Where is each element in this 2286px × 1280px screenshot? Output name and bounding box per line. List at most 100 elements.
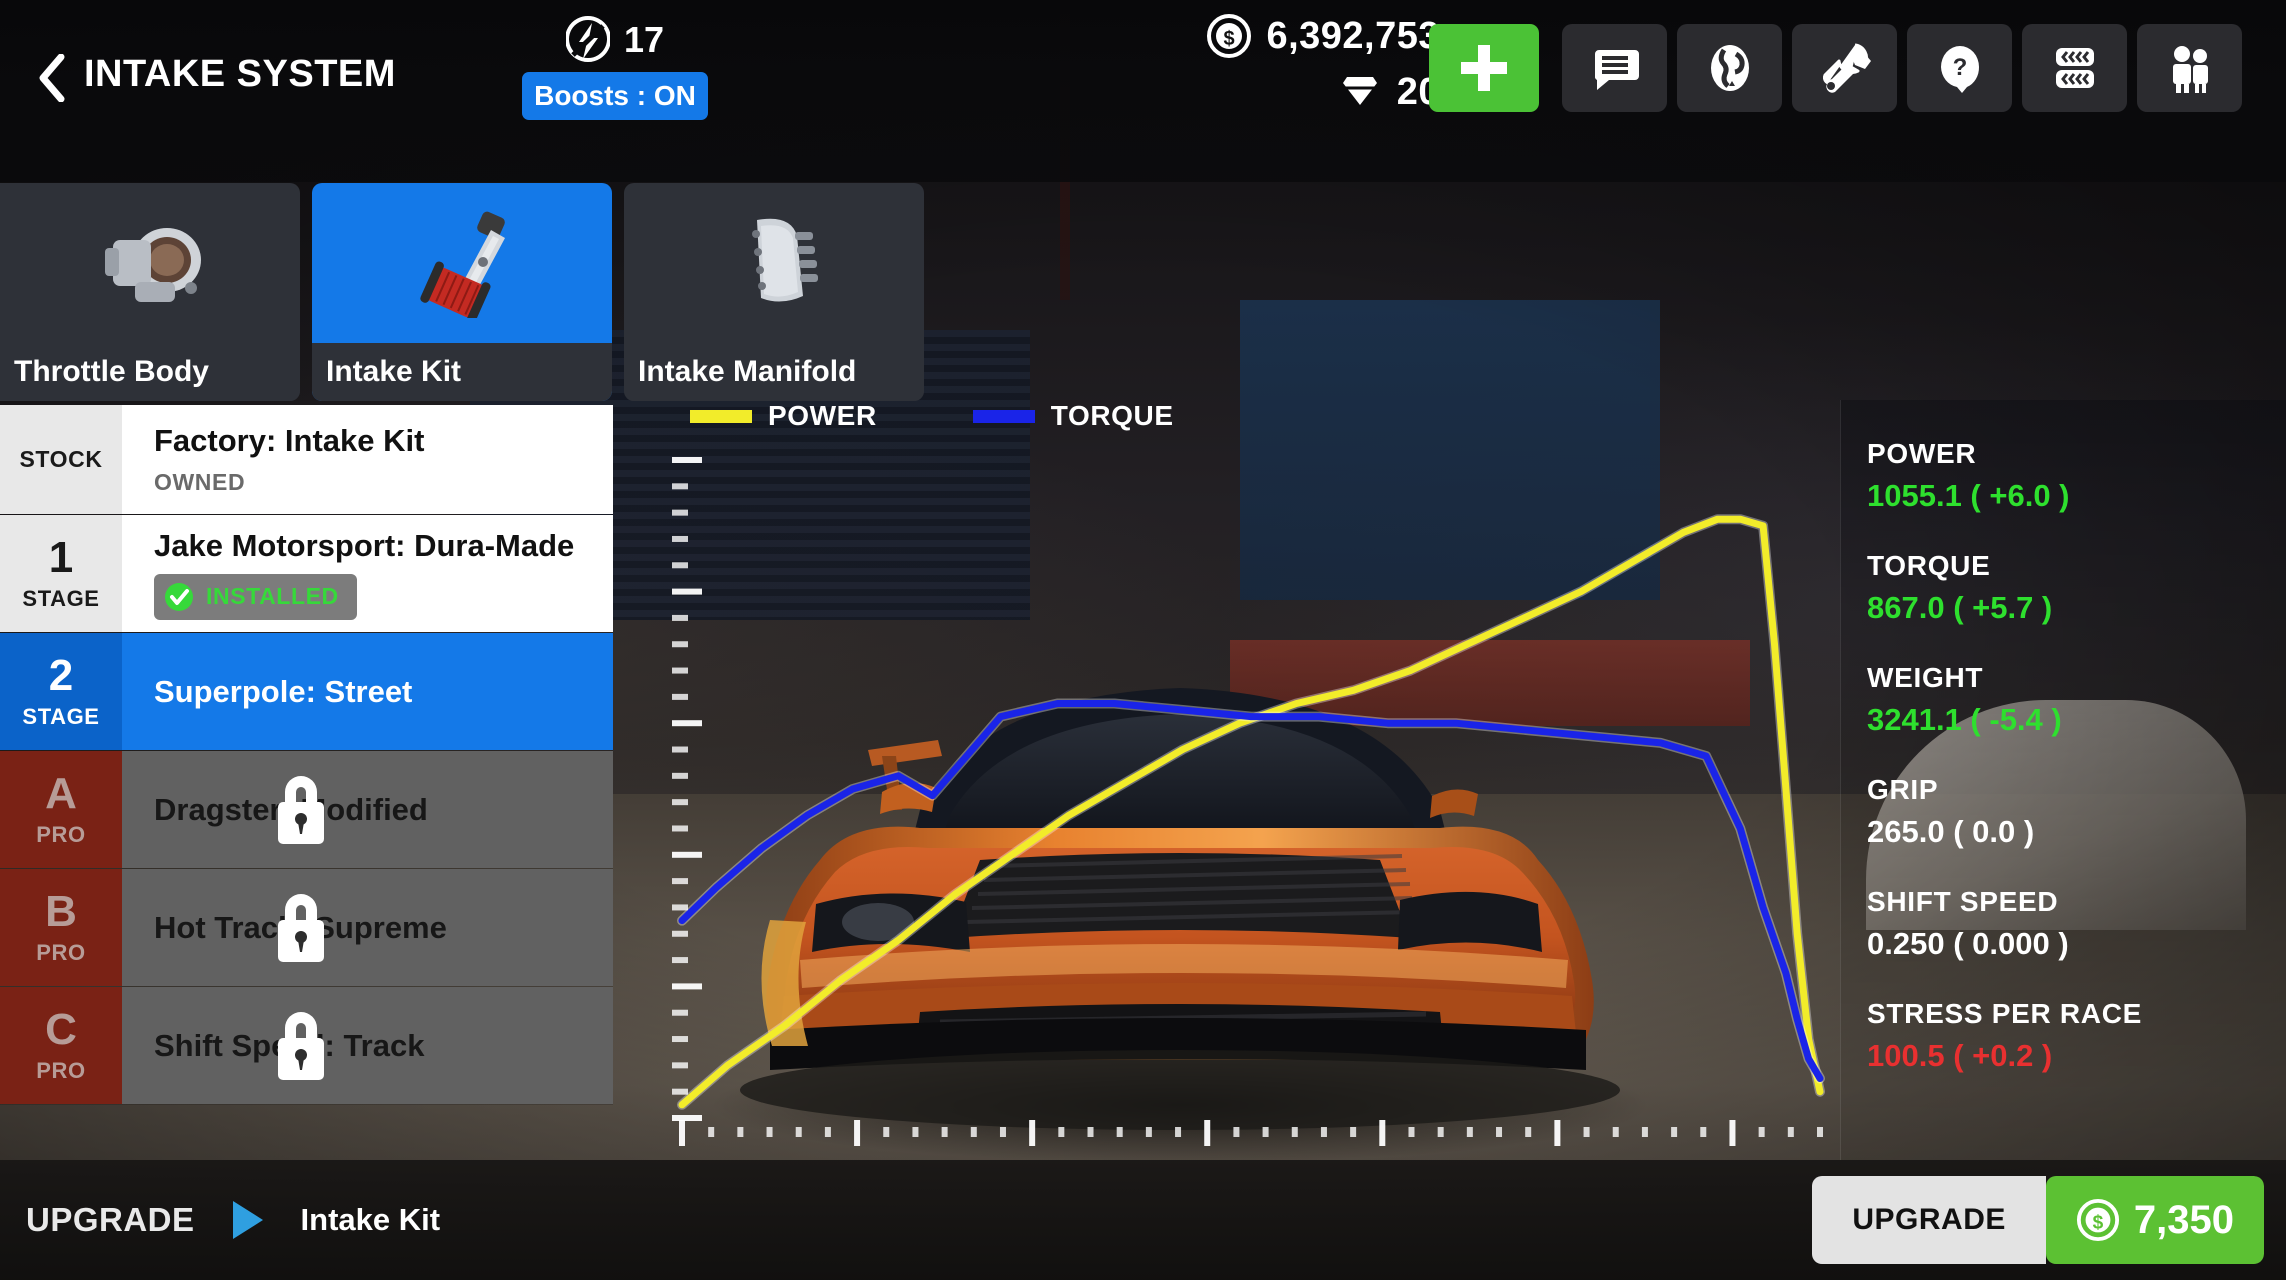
check-circle-icon <box>165 582 193 611</box>
row-badge-number: 2 <box>48 650 74 700</box>
row-badge-number: A <box>45 768 77 818</box>
category-tab-intake-kit[interactable]: Intake Kit <box>312 183 612 401</box>
row-badge: 2 STAGE <box>0 633 122 750</box>
row-body: Jake Motorsport: Dura-Made INSTALLED <box>122 515 613 632</box>
row-badge-label: PRO <box>36 821 86 847</box>
stat-value: 1055.1 ( +6.0 ) <box>1867 478 2070 513</box>
row-body: Shift Speed: Track <box>122 987 613 1104</box>
svg-text:$: $ <box>2093 1213 2104 1234</box>
row-badge-number: B <box>45 886 77 936</box>
throttle-body-icon <box>0 183 300 343</box>
tuning-button[interactable] <box>1792 24 1897 112</box>
stat-label: GRIP <box>1867 774 1939 805</box>
back-button[interactable] <box>28 52 74 104</box>
lock-icon <box>278 1011 324 1080</box>
stat-value: 3241.1 ( -5.4 ) <box>1867 702 2062 737</box>
legend-label: TORQUE <box>1050 400 1174 431</box>
row-badge-number: 1 <box>48 532 74 582</box>
row-badge: C PRO <box>0 987 122 1104</box>
add-currency-button[interactable] <box>1429 24 1539 112</box>
intake-manifold-icon <box>624 183 924 343</box>
category-label: Intake Kit <box>312 343 612 401</box>
footer-part-name: Intake Kit <box>300 1202 441 1237</box>
cash-value: 6,392,753 <box>1266 14 1440 57</box>
legend-label: POWER <box>768 400 877 431</box>
currency-area: $ 6,392,753 20 <box>1110 8 1440 120</box>
row-status: OWNED <box>154 469 246 495</box>
boost-count: 17 <box>623 19 665 60</box>
upgrade-list: STOCK Factory: Intake Kit OWNED 1 STAGE … <box>0 405 613 1160</box>
svg-text:?: ? <box>1952 54 1967 81</box>
legend-swatch <box>690 409 752 423</box>
dyno-plot <box>672 457 1825 1146</box>
stat-label: STRESS PER RACE <box>1867 998 2142 1029</box>
upgrade-row-pro-a[interactable]: A PRO Dragster: Modified <box>0 751 613 869</box>
row-badge-label: PRO <box>36 939 86 965</box>
boost-bolt-icon <box>565 16 610 62</box>
cash-coin-icon: $ <box>2076 1198 2119 1242</box>
footer-upgrade-word: UPGRADE <box>26 1201 195 1238</box>
upgrade-row-pro-b[interactable]: B PRO Hot Track: Supreme <box>0 869 613 987</box>
legend-item-torque: TORQUE <box>972 400 1174 432</box>
upgrade-row-stage-1[interactable]: 1 STAGE Jake Motorsport: Dura-Made INSTA… <box>0 515 613 633</box>
plus-icon <box>1461 45 1507 91</box>
boost-counter: 17 <box>480 12 750 68</box>
row-badge: 1 STAGE <box>0 515 122 632</box>
boosts-toggle[interactable]: Boosts : ON <box>522 72 708 120</box>
chart-legend: POWER TORQUE <box>690 400 1174 432</box>
messages-button[interactable] <box>1562 24 1667 112</box>
cash-coin-icon: $ <box>1207 14 1252 58</box>
messages-icon <box>1594 50 1639 90</box>
stat-value: 100.5 ( +0.2 ) <box>1867 1038 2053 1073</box>
row-title: Jake Motorsport: Dura-Made <box>154 527 575 563</box>
row-badge-label: PRO <box>36 1057 86 1083</box>
top-bar: INTAKE SYSTEM 17 Boosts : ON $ 6,392,753… <box>0 0 2286 182</box>
upgrade-row-stock[interactable]: STOCK Factory: Intake Kit OWNED <box>0 405 613 515</box>
row-body: Factory: Intake Kit OWNED <box>122 405 613 514</box>
buy-price: 7,350 <box>2133 1197 2234 1242</box>
buy-label: UPGRADE <box>1812 1176 2046 1264</box>
status-badge: INSTALLED <box>154 573 357 620</box>
row-title: Hot Track: Supreme <box>154 909 447 945</box>
play-triangle-icon <box>232 1201 263 1239</box>
dyno-graph: POWER TORQUE <box>660 400 1840 1160</box>
gem-row[interactable]: 20 <box>1110 64 1440 120</box>
crew-button[interactable] <box>2137 24 2242 112</box>
header-icon-buttons: ? <box>1562 24 2242 112</box>
row-badge-label: STAGE <box>22 703 100 729</box>
category-label: Intake Manifold <box>624 343 924 401</box>
category-tab-throttle-body[interactable]: Throttle Body <box>0 183 300 401</box>
category-tab-intake-manifold[interactable]: Intake Manifold <box>624 183 924 401</box>
cash-row[interactable]: $ 6,392,753 <box>1110 8 1440 64</box>
row-body: Hot Track: Supreme <box>122 869 613 986</box>
chevron-left-icon <box>39 54 65 102</box>
globe-icon <box>1710 45 1749 91</box>
stat-label: POWER <box>1867 438 1977 469</box>
help-button[interactable]: ? <box>1907 24 2012 112</box>
category-label: Throttle Body <box>0 343 300 401</box>
tires-icon <box>2055 48 2094 88</box>
bottom-bar: UPGRADE Intake Kit UPGRADE $ 7,350 <box>0 1160 2286 1280</box>
legend-item-power: POWER <box>690 400 877 432</box>
upgrade-row-stage-2[interactable]: 2 STAGE Superpole: Street <box>0 633 613 751</box>
row-title: Dragster: Modified <box>154 791 428 827</box>
row-body: Superpole: Street <box>122 633 613 750</box>
upgrade-row-pro-c[interactable]: C PRO Shift Speed: Track <box>0 987 613 1105</box>
stat-shift-speed: SHIFT SPEED 0.250 ( 0.000 ) <box>1867 886 2286 962</box>
world-button[interactable] <box>1677 24 1782 112</box>
stat-value: 265.0 ( 0.0 ) <box>1867 814 2035 849</box>
stats-panel: POWER 1055.1 ( +6.0 ) TORQUE 867.0 ( +5.… <box>1840 400 2286 1160</box>
tires-button[interactable] <box>2022 24 2127 112</box>
stat-grip: GRIP 265.0 ( 0.0 ) <box>1867 774 2286 850</box>
row-badge-label: STAGE <box>22 585 100 611</box>
upgrade-buy-button[interactable]: UPGRADE $ 7,350 <box>1812 1176 2264 1264</box>
stat-stress-per-race: STRESS PER RACE 100.5 ( +0.2 ) <box>1867 998 2286 1074</box>
stat-torque: TORQUE 867.0 ( +5.7 ) <box>1867 550 2286 626</box>
row-badge: A PRO <box>0 751 122 868</box>
crew-icon <box>2172 46 2208 93</box>
stat-value: 0.250 ( 0.000 ) <box>1867 926 2069 961</box>
footer-breadcrumb: UPGRADE Intake Kit <box>26 1160 440 1280</box>
boost-area: 17 Boosts : ON <box>480 12 750 120</box>
lock-icon <box>278 893 324 962</box>
stat-label: TORQUE <box>1867 550 1991 581</box>
